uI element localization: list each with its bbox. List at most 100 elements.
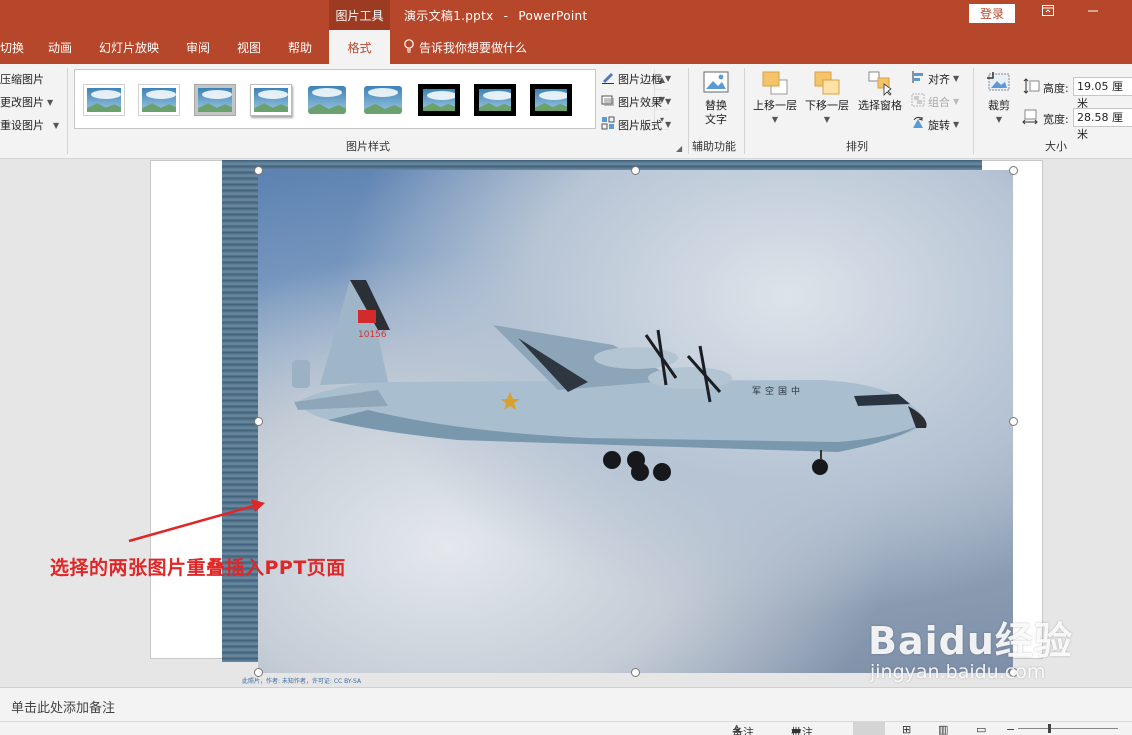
tab-format[interactable]: 格式 xyxy=(329,30,390,64)
reset-picture-label: 重设图片 xyxy=(0,119,44,132)
bring-forward-button[interactable]: 上移一层 ▼ xyxy=(750,70,800,127)
group-objects-button[interactable]: 组合 ▼ xyxy=(911,93,959,110)
change-picture-button[interactable]: 更改图片 ▼ xyxy=(0,94,53,110)
resize-handle[interactable] xyxy=(1009,166,1018,175)
picture-style-thumbnail[interactable] xyxy=(138,84,180,116)
height-control: 高度: xyxy=(1022,78,1069,97)
zoom-slider[interactable] xyxy=(1018,728,1118,729)
normal-view-icon[interactable] xyxy=(853,722,885,735)
baidu-watermark: Baidu经验 jingyan.baidu.com xyxy=(868,610,1078,683)
tab-view[interactable]: 视图 xyxy=(229,30,269,64)
picture-style-thumbnail[interactable] xyxy=(194,84,236,116)
tab-animations[interactable]: 动画 xyxy=(38,30,82,64)
picture-styles-group-label: 图片样式 xyxy=(346,140,390,153)
height-input[interactable]: 19.05 厘米 xyxy=(1073,77,1132,110)
align-button[interactable]: 对齐 ▼ xyxy=(911,70,959,87)
tell-me-text: 告诉我你想要做什么 xyxy=(419,40,528,55)
group-divider xyxy=(744,68,745,154)
dialog-launcher-icon[interactable]: ◢ xyxy=(676,144,682,153)
tab-transitions[interactable]: 切换 xyxy=(0,30,26,64)
width-input[interactable]: 28.58 厘米 xyxy=(1073,108,1132,141)
tab-help[interactable]: 帮助 xyxy=(280,30,320,64)
picture-caption: 此照片，作者: 未知作者，许可证: CC BY-SA xyxy=(242,678,362,685)
picture-style-thumbnail[interactable] xyxy=(83,84,125,116)
width-icon xyxy=(1022,109,1040,128)
reading-view-icon[interactable]: ▥ xyxy=(938,723,948,735)
slideshow-icon[interactable]: ▭ xyxy=(976,723,986,735)
front-picture-aircraft[interactable]: 10156 中国空军 xyxy=(258,170,1013,673)
aircraft-fuselage-text: 中国空军 xyxy=(752,387,805,397)
crop-button[interactable]: 裁剪 ▼ xyxy=(982,70,1016,127)
align-icon xyxy=(911,70,925,87)
chevron-down-icon: ▼ xyxy=(953,120,960,129)
watermark-main: Baidu经验 xyxy=(868,619,1073,663)
tell-me-search[interactable]: 告诉我你想要做什么 xyxy=(403,30,527,64)
picture-styles-gallery: ▲ ▼ ▾ xyxy=(74,69,669,130)
comments-toggle-label: 批注 xyxy=(791,726,813,735)
compress-pictures-button[interactable]: 压缩图片 xyxy=(0,71,44,87)
tab-slideshow[interactable]: 幻灯片放映 xyxy=(94,30,164,64)
notes-pane[interactable]: 单击此处添加备注 xyxy=(0,687,1132,721)
bring-forward-icon xyxy=(761,70,789,96)
picture-layout-button[interactable]: 图片版式 ▼ xyxy=(601,116,671,133)
reset-picture-button[interactable]: 重设图片 ▼ xyxy=(0,117,59,133)
change-picture-label: 更改图片 xyxy=(0,96,44,109)
window-title: 演示文稿1.pptx - PowerPoint xyxy=(404,7,587,24)
picture-style-thumbnail[interactable] xyxy=(418,84,460,116)
selection-pane-label: 选择窗格 xyxy=(858,99,902,112)
group-divider xyxy=(688,68,689,154)
rotate-label: 旋转 xyxy=(928,118,950,132)
selection-pane-button[interactable]: 选择窗格 xyxy=(854,70,906,113)
title-bar: 图片工具 演示文稿1.pptx - PowerPoint 登录 xyxy=(0,0,1132,30)
zoom-slider-thumb[interactable] xyxy=(1048,724,1051,733)
chevron-down-icon: ▼ xyxy=(953,97,960,106)
send-backward-button[interactable]: 下移一层 ▼ xyxy=(802,70,852,127)
height-label: 高度: xyxy=(1043,81,1069,95)
group-divider xyxy=(67,68,68,154)
bring-forward-label: 上移一层 xyxy=(753,99,797,112)
notes-placeholder: 单击此处添加备注 xyxy=(11,701,116,716)
picture-style-thumbnail[interactable] xyxy=(362,84,404,116)
align-label: 对齐 xyxy=(928,72,950,86)
picture-border-button[interactable]: 图片边框 ▼ xyxy=(601,70,671,87)
chevron-down-icon: ▼ xyxy=(665,120,672,129)
picture-style-thumbnail[interactable] xyxy=(474,84,516,116)
alt-text-button[interactable]: 替换 文字 xyxy=(700,70,732,127)
aircraft-tail-number: 10156 xyxy=(358,330,387,340)
document-name: 演示文稿1.pptx xyxy=(404,9,494,23)
picture-style-thumbnail[interactable] xyxy=(250,84,292,116)
send-backward-icon xyxy=(813,70,841,96)
chevron-down-icon: ▼ xyxy=(771,115,779,124)
chevron-down-icon: ▼ xyxy=(823,115,831,124)
minimize-icon[interactable] xyxy=(1086,5,1100,19)
tab-review[interactable]: 审阅 xyxy=(178,30,218,64)
picture-effects-button[interactable]: 图片效果 ▼ xyxy=(601,93,671,110)
resize-handle[interactable] xyxy=(1009,417,1018,426)
chevron-down-icon: ▼ xyxy=(995,115,1003,124)
send-backward-label: 下移一层 xyxy=(805,99,849,112)
resize-handle[interactable] xyxy=(254,417,263,426)
annotation-text: 选择的两张图片重叠插入PPT页面 xyxy=(50,557,346,579)
size-group-label: 大小 xyxy=(1045,140,1067,153)
picture-style-thumbnail[interactable] xyxy=(530,84,572,116)
aircraft-illustration xyxy=(292,280,927,481)
selection-pane-icon xyxy=(866,70,894,96)
rotate-button[interactable]: 旋转 ▼ xyxy=(911,116,959,133)
resize-handle[interactable] xyxy=(254,166,263,175)
ribbon-display-options-icon[interactable] xyxy=(1041,5,1055,19)
resize-handle[interactable] xyxy=(631,166,640,175)
slide-sorter-icon[interactable]: ⊞ xyxy=(902,723,911,735)
chevron-down-icon: ▼ xyxy=(953,74,960,83)
picture-layout-label: 图片版式 xyxy=(618,118,662,132)
login-button[interactable]: 登录 xyxy=(969,4,1015,23)
width-label: 宽度: xyxy=(1043,112,1069,126)
resize-handle[interactable] xyxy=(631,668,640,677)
chevron-down-icon: ▼ xyxy=(665,74,672,83)
alt-text-icon xyxy=(702,70,730,96)
zoom-out-icon[interactable]: − xyxy=(1006,723,1015,735)
picture-style-thumbnail[interactable] xyxy=(306,84,348,116)
picture-border-label: 图片边框 xyxy=(618,72,662,86)
layout-icon xyxy=(601,116,615,133)
rotate-icon xyxy=(911,116,925,133)
red-arrow-icon xyxy=(128,499,265,543)
